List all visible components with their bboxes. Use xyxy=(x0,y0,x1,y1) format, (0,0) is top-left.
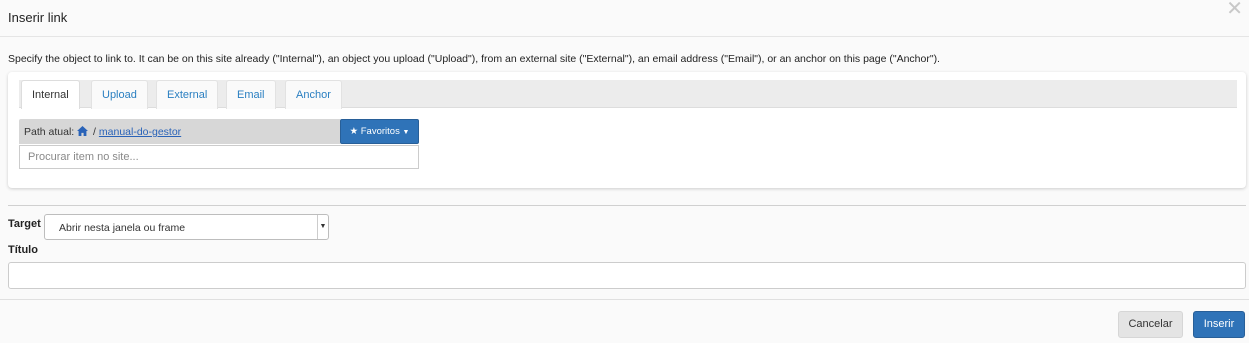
target-select[interactable]: Abrir nesta janela ou frame ▼ xyxy=(44,214,329,240)
title-label: Título xyxy=(8,244,38,256)
tab-email[interactable]: Email xyxy=(226,80,276,109)
tab-bar: Internal Upload External Email Anchor xyxy=(19,80,1237,109)
close-icon[interactable]: ✕ xyxy=(1226,0,1243,19)
modal-header: Inserir link ✕ xyxy=(0,0,1249,37)
tab-anchor[interactable]: Anchor xyxy=(285,80,342,109)
divider xyxy=(8,205,1246,206)
caret-down-icon: ▼ xyxy=(317,215,328,239)
target-value: Abrir nesta janela ou frame xyxy=(59,222,186,234)
cancel-button[interactable]: Cancelar xyxy=(1118,311,1183,338)
star-icon: ★ xyxy=(349,126,359,137)
path-breadcrumb: Path atual: / manual-do-gestor xyxy=(24,126,181,138)
modal-footer: Cancelar Inserir xyxy=(0,299,1249,343)
home-icon[interactable] xyxy=(77,126,89,136)
tab-external[interactable]: External xyxy=(156,80,219,109)
caret-down-icon: ▼ xyxy=(402,129,410,136)
path-link[interactable]: manual-do-gestor xyxy=(99,126,181,138)
modal-title: Inserir link xyxy=(8,10,68,25)
favorites-button[interactable]: ★ Favoritos ▼ xyxy=(340,119,419,144)
tab-upload[interactable]: Upload xyxy=(91,80,148,109)
favorites-label: Favoritos xyxy=(360,126,400,137)
path-bar: Path atual: / manual-do-gestor xyxy=(19,119,340,144)
path-prefix: Path atual: xyxy=(24,126,75,138)
tab-internal[interactable]: Internal xyxy=(21,80,80,109)
insert-button[interactable]: Inserir xyxy=(1193,311,1245,338)
help-text: Specify the object to link to. It can be… xyxy=(8,53,940,65)
path-separator: / xyxy=(93,126,96,138)
target-label: Target xyxy=(8,218,41,230)
search-input[interactable] xyxy=(19,145,419,169)
title-input[interactable] xyxy=(8,262,1246,289)
link-type-panel: Internal Upload External Email Anchor Pa… xyxy=(8,72,1246,188)
